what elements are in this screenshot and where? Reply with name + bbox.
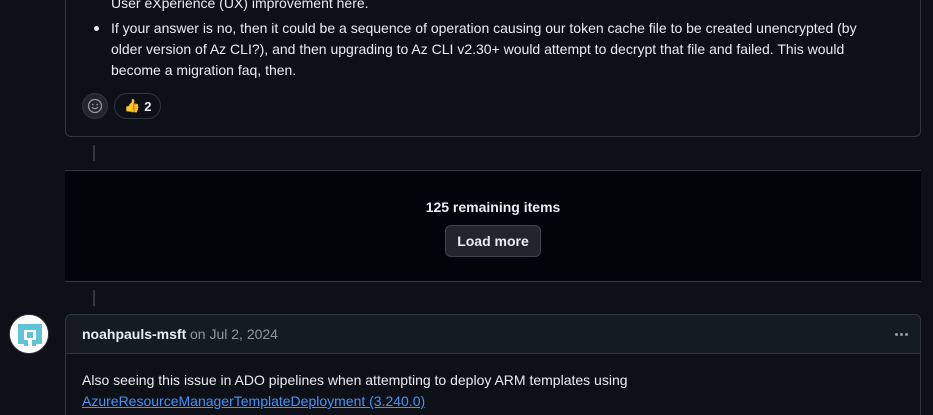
comment-text-line-2: older version of Az CLI?), and then upgr… — [111, 41, 845, 57]
timeline-connector — [93, 290, 95, 306]
comment-text-line-3: become a migration faq, then. — [111, 62, 297, 78]
hidden-items-panel: 125 remaining items Load more — [65, 170, 921, 282]
comment-author-link[interactable]: noahpauls-msft — [82, 326, 186, 342]
comment-body-text: Also seeing this issue in ADO pipelines … — [82, 372, 628, 388]
comment-timestamp[interactable]: on Jul 2, 2024 — [190, 326, 278, 342]
remaining-items-text: 125 remaining items — [425, 199, 561, 215]
comment-text-line-1: If your answer is no, then it could be a… — [111, 20, 857, 36]
comment-card: noahpauls-msft on Jul 2, 2024 Also seein… — [65, 314, 921, 415]
smiley-icon — [87, 98, 103, 114]
comment-text-partial: User eXperience (UX) improvement here. — [111, 0, 369, 11]
issue-timeline: User eXperience (UX) improvement here. I… — [0, 0, 933, 415]
avatar-identicon — [10, 315, 48, 353]
load-more-button[interactable]: Load more — [445, 225, 541, 257]
timeline-connector — [93, 145, 95, 161]
comment-header: noahpauls-msft on Jul 2, 2024 — [66, 315, 920, 354]
thumbs-up-icon: 👍 — [124, 98, 141, 113]
thumbs-up-reaction-button[interactable]: 👍 2 — [114, 93, 162, 119]
avatar[interactable] — [9, 314, 49, 354]
add-reaction-button[interactable] — [82, 93, 108, 119]
task-version-link[interactable]: AzureResourceManagerTemplateDeployment (… — [82, 393, 425, 409]
more-options-icon[interactable] — [890, 323, 912, 345]
reaction-count: 2 — [144, 98, 152, 114]
list-bullet — [94, 26, 99, 31]
